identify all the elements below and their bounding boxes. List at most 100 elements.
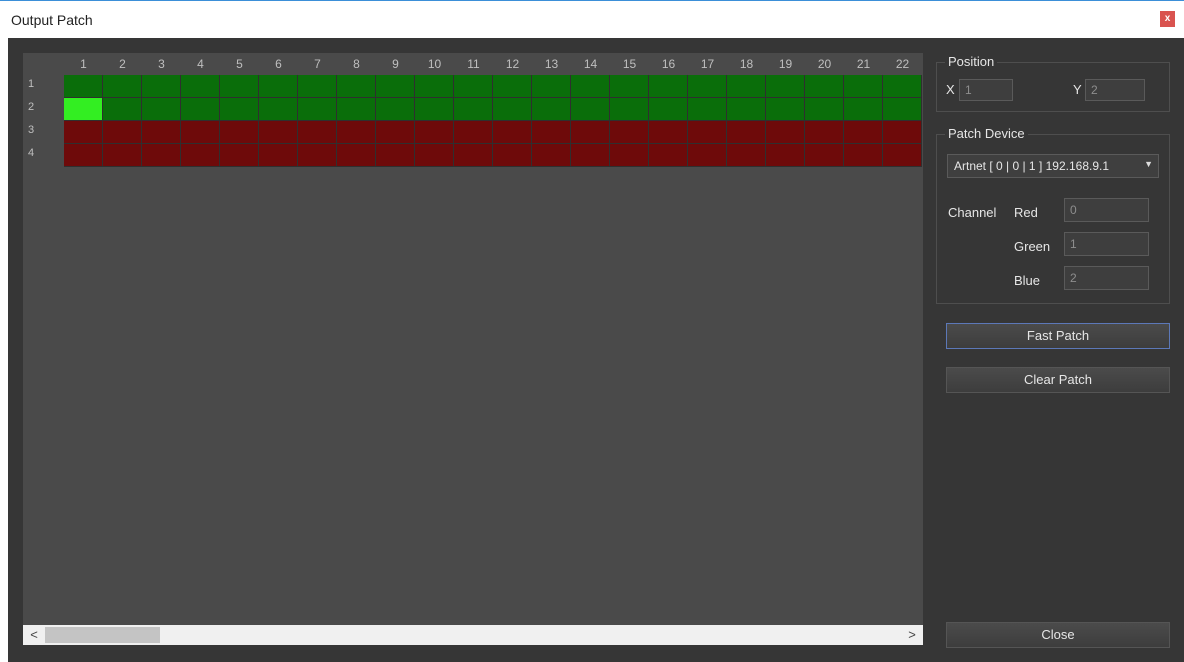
green-channel-field[interactable] [1064,232,1149,256]
grid-cell[interactable] [571,144,610,167]
grid-cell[interactable] [454,121,493,144]
grid-cell[interactable] [220,98,259,121]
grid-cell[interactable] [493,144,532,167]
grid-cell[interactable] [64,75,103,98]
grid-cell[interactable] [298,121,337,144]
grid-cell[interactable] [376,144,415,167]
grid-cell[interactable] [766,75,805,98]
fast-patch-button[interactable]: Fast Patch [946,323,1170,349]
grid-cell[interactable] [883,75,922,98]
grid-cell[interactable] [571,121,610,144]
grid-cell[interactable] [103,75,142,98]
grid-cell[interactable] [181,121,220,144]
grid-cell[interactable] [844,98,883,121]
grid-cell[interactable] [103,144,142,167]
patch-grid[interactable]: 1 2 3 4 5 6 7 8 9 10 11 12 13 14 15 16 17 18 19 20 21 22 1234 [23,53,923,625]
grid-cell[interactable] [298,98,337,121]
grid-cell[interactable] [181,144,220,167]
grid-cell[interactable] [454,75,493,98]
grid-cell[interactable] [805,75,844,98]
grid-cell[interactable] [181,98,220,121]
grid-cell[interactable] [844,75,883,98]
grid-cell[interactable] [883,144,922,167]
grid-cell[interactable] [883,98,922,121]
clear-patch-button[interactable]: Clear Patch [946,367,1170,393]
grid-cell[interactable] [805,121,844,144]
grid-cell[interactable] [454,98,493,121]
grid-cell[interactable] [532,144,571,167]
grid-cell[interactable] [259,75,298,98]
grid-cell[interactable] [64,121,103,144]
grid-cell[interactable] [103,98,142,121]
patch-device-dropdown[interactable]: Artnet [ 0 | 0 | 1 ] 192.168.9.1 ▼ [947,154,1159,178]
grid-cell[interactable] [415,144,454,167]
grid-cell[interactable] [454,144,493,167]
grid-cell[interactable] [844,121,883,144]
grid-cell[interactable] [181,75,220,98]
grid-cell[interactable] [532,121,571,144]
grid-cell[interactable] [766,98,805,121]
grid-cell[interactable] [649,75,688,98]
grid-cell[interactable] [220,75,259,98]
grid-cell[interactable] [337,75,376,98]
grid-cell[interactable] [259,98,298,121]
red-channel-field[interactable] [1064,198,1149,222]
grid-cell[interactable] [688,75,727,98]
grid-cell[interactable] [727,98,766,121]
grid-cell[interactable] [298,75,337,98]
grid-cell[interactable] [688,144,727,167]
grid-cell[interactable] [259,121,298,144]
grid-cell[interactable] [610,75,649,98]
grid-cell[interactable] [571,75,610,98]
grid-cell[interactable] [727,75,766,98]
grid-cell[interactable] [298,144,337,167]
grid-cell[interactable] [376,121,415,144]
grid-cell[interactable] [532,75,571,98]
grid-cell[interactable] [220,121,259,144]
grid-cell[interactable] [415,98,454,121]
grid-cell[interactable] [688,121,727,144]
grid-cell[interactable] [610,121,649,144]
scroll-left-icon[interactable]: < [25,625,43,645]
grid-cell[interactable] [337,98,376,121]
grid-cell[interactable] [571,98,610,121]
y-field[interactable] [1085,79,1145,101]
grid-cell[interactable] [103,121,142,144]
window-close-icon[interactable]: x [1160,11,1175,27]
grid-cell[interactable] [766,121,805,144]
grid-cell[interactable] [649,121,688,144]
grid-cell[interactable] [493,98,532,121]
grid-cell[interactable] [142,144,181,167]
grid-cell[interactable] [649,144,688,167]
grid-cell[interactable] [259,144,298,167]
grid-cell[interactable] [727,121,766,144]
grid-cell[interactable] [532,98,571,121]
grid-cell[interactable] [493,75,532,98]
horizontal-scrollbar[interactable]: < > [23,625,923,645]
grid-cell[interactable] [142,121,181,144]
grid-cell[interactable] [415,121,454,144]
grid-cell[interactable] [805,98,844,121]
grid-cell[interactable] [805,144,844,167]
grid-cell[interactable] [337,121,376,144]
grid-cell[interactable] [415,75,454,98]
blue-channel-field[interactable] [1064,266,1149,290]
grid-cell[interactable] [883,121,922,144]
grid-cell-selected[interactable] [64,98,103,121]
grid-cell[interactable] [766,144,805,167]
grid-cell[interactable] [688,98,727,121]
x-field[interactable] [959,79,1013,101]
grid-cell[interactable] [142,75,181,98]
grid-cell[interactable] [727,144,766,167]
grid-cell[interactable] [64,144,103,167]
scroll-right-icon[interactable]: > [903,625,921,645]
grid-cell[interactable] [649,98,688,121]
grid-cell[interactable] [376,75,415,98]
grid-cell[interactable] [493,121,532,144]
grid-cell[interactable] [376,98,415,121]
close-button[interactable]: Close [946,622,1170,648]
grid-cell[interactable] [142,98,181,121]
grid-cell[interactable] [610,98,649,121]
scroll-thumb[interactable] [45,627,160,643]
grid-cell[interactable] [610,144,649,167]
